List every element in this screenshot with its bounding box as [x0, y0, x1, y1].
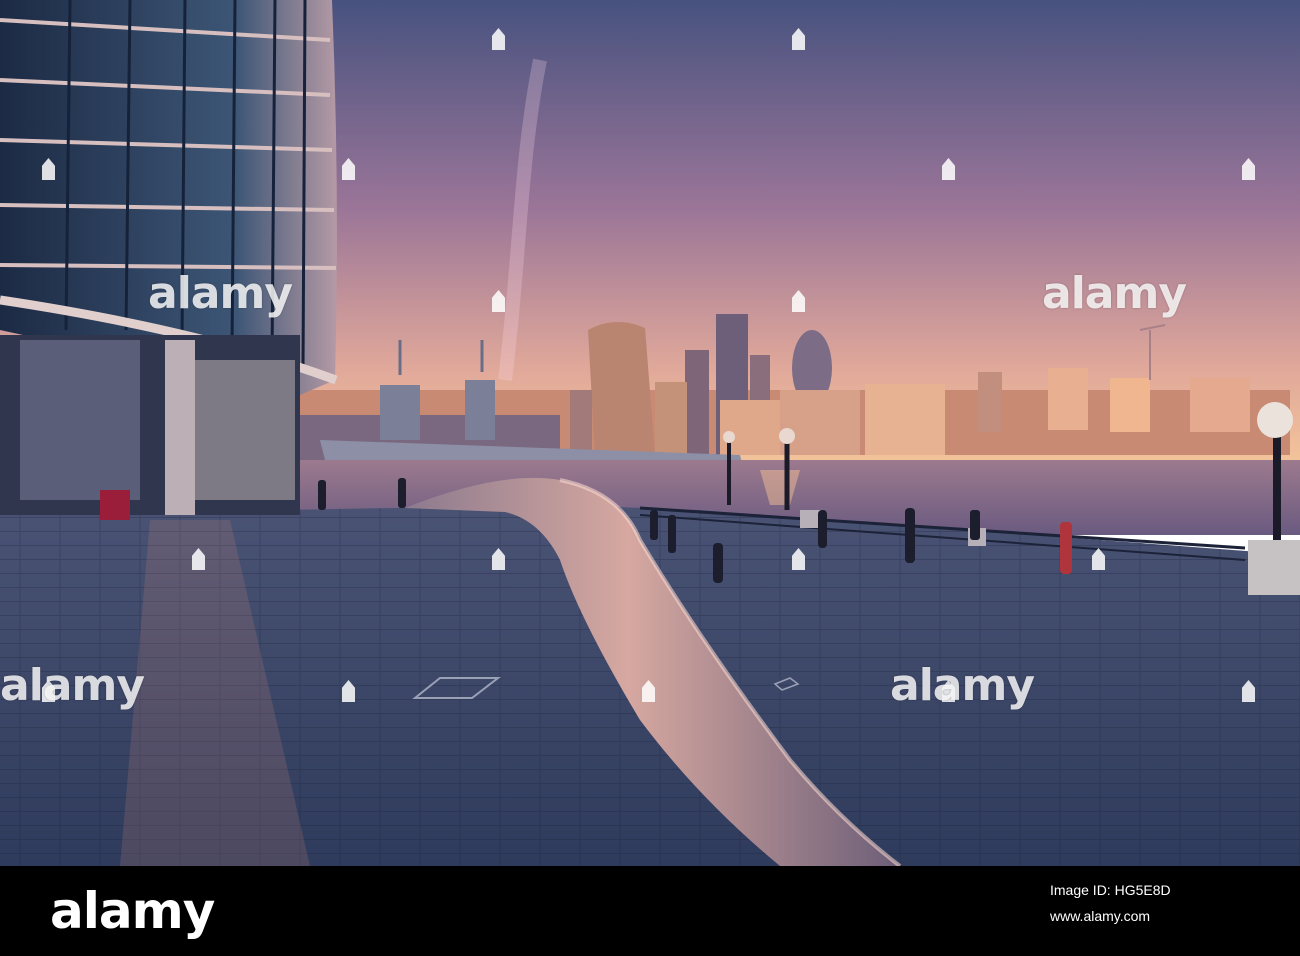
- watermark-text: alamy: [148, 268, 293, 319]
- stock-footer-bar: alamy Image ID: HG5E8D www.alamy.com: [0, 866, 1300, 956]
- image-id-label: Image ID: HG5E8D: [1050, 882, 1171, 898]
- site-url: www.alamy.com: [1050, 908, 1151, 924]
- photo: alamy alamy alamy alamy: [0, 0, 1300, 866]
- city-hall-building: [0, 0, 338, 520]
- watermark-text: alamy: [1042, 268, 1187, 319]
- london-riverside-scene: [0, 0, 1300, 866]
- alamy-logo: alamy: [50, 882, 215, 940]
- watermark-text: alamy: [890, 660, 1035, 711]
- watermark-text: alamy: [0, 660, 145, 711]
